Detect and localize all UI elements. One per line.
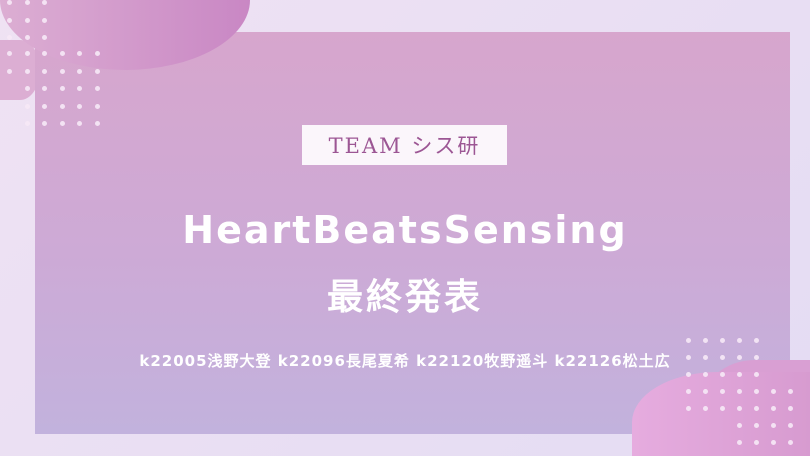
dot <box>77 103 82 109</box>
dot <box>788 440 793 445</box>
dot <box>720 338 725 343</box>
dot <box>77 121 82 126</box>
dot <box>42 51 47 56</box>
dot <box>737 372 742 377</box>
dot <box>686 372 691 377</box>
dot <box>24 121 30 126</box>
dot <box>24 17 30 23</box>
dot <box>42 103 47 109</box>
dot <box>737 423 742 428</box>
dot <box>59 103 65 109</box>
dot <box>24 86 30 91</box>
dot <box>42 17 47 23</box>
dot <box>24 51 30 56</box>
dot <box>686 338 691 343</box>
dot <box>737 338 742 343</box>
dot <box>42 0 47 5</box>
dot <box>59 86 65 91</box>
dot <box>720 406 725 411</box>
dot <box>754 389 759 394</box>
dot <box>42 86 47 91</box>
dot <box>737 406 742 411</box>
dot <box>754 406 759 411</box>
dot <box>94 51 100 56</box>
dot <box>686 406 691 411</box>
dot <box>7 51 12 56</box>
dot <box>94 121 100 126</box>
dot <box>59 121 65 126</box>
dot <box>7 17 12 23</box>
dot <box>703 338 708 343</box>
dot <box>771 389 776 394</box>
dot <box>788 389 793 394</box>
dot <box>703 389 708 394</box>
slide-title: HeartBeatsSensing <box>182 208 628 252</box>
dot <box>771 406 776 411</box>
dot <box>77 51 82 56</box>
dot <box>788 423 793 428</box>
dot <box>77 86 82 91</box>
dot <box>42 68 47 74</box>
dot <box>720 372 725 377</box>
dot <box>686 389 691 394</box>
dot <box>24 0 30 5</box>
dot <box>59 51 65 56</box>
dot <box>42 35 47 40</box>
dot <box>754 423 759 428</box>
dot <box>94 68 100 74</box>
dot <box>703 406 708 411</box>
decorative-blob <box>632 372 810 456</box>
dot <box>77 68 82 74</box>
dot <box>7 0 12 5</box>
dot <box>771 440 776 445</box>
dot <box>59 68 65 74</box>
dot <box>42 121 47 126</box>
dot <box>720 389 725 394</box>
dot <box>737 440 742 445</box>
dot <box>771 423 776 428</box>
dot <box>737 389 742 394</box>
dot <box>754 440 759 445</box>
dot <box>7 68 12 74</box>
dot <box>754 338 759 343</box>
team-label: TEAM シス研 <box>302 125 507 165</box>
decorative-blob <box>0 40 40 100</box>
dot <box>24 35 30 40</box>
dot <box>754 372 759 377</box>
dot <box>94 103 100 109</box>
member-list: k22005浅野大登 k22096長尾夏希 k22120牧野遥斗 k22126松… <box>139 352 671 370</box>
dot <box>94 86 100 91</box>
dot <box>703 372 708 377</box>
slide-subtitle: 最終発表 <box>326 277 483 318</box>
dot <box>7 35 12 40</box>
dot <box>788 406 793 411</box>
dot <box>24 68 30 74</box>
dot <box>24 103 30 109</box>
